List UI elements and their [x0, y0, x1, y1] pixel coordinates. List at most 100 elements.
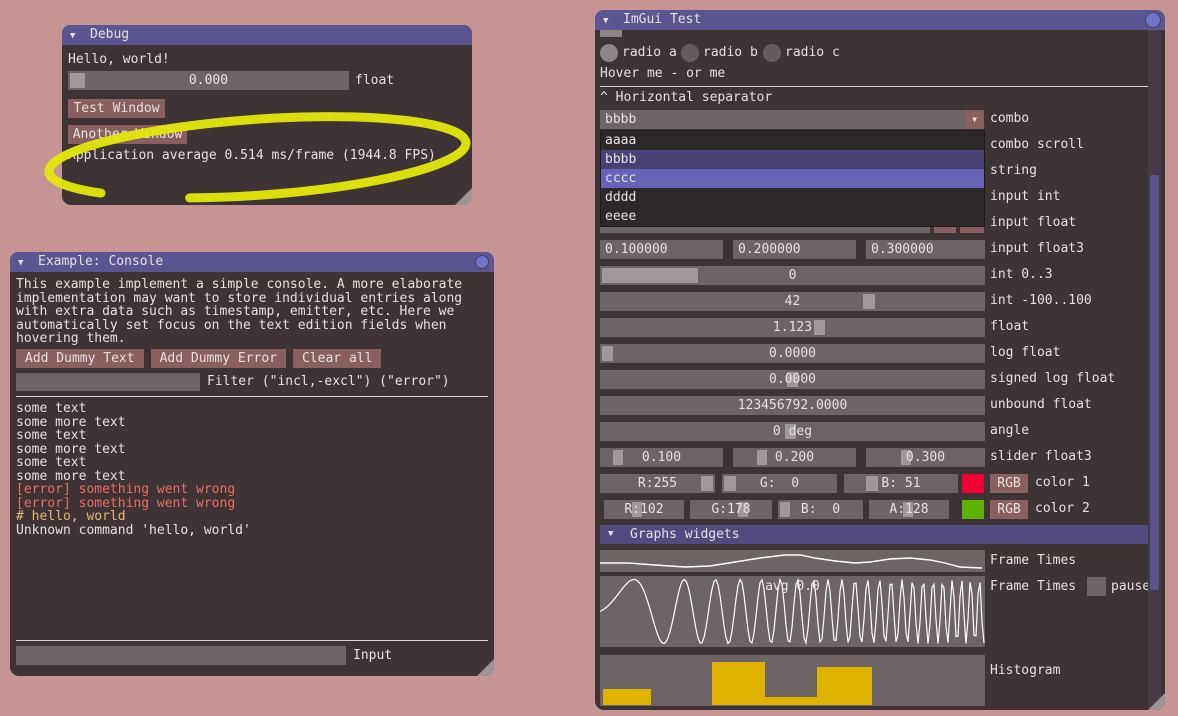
slider-signed-log-float[interactable]: 0.0000 [600, 370, 985, 389]
color2-a-value: A:128 [869, 500, 949, 519]
radio-a-button[interactable] [600, 44, 618, 62]
color2-b-slider[interactable]: B: 0 [778, 500, 863, 519]
log-line-command: # hello, world [16, 510, 488, 524]
drag-unbound-float[interactable]: 123456792.0000 [600, 396, 985, 415]
test-window-button[interactable]: Test Window [68, 99, 165, 118]
radio-b-button[interactable] [681, 44, 699, 62]
combo-box[interactable]: bbbb [600, 110, 965, 129]
color1-r-value: R:255 [600, 474, 715, 493]
color2-swatch[interactable] [962, 500, 984, 519]
slider-float3-x[interactable]: 0.100 [600, 448, 723, 467]
frame-times-plot-large: avg 0.0 [600, 576, 985, 647]
input-float3-y[interactable]: 0.200000 [733, 240, 856, 259]
slider-float[interactable]: 1.123 [600, 318, 985, 337]
input-float3-x[interactable]: 0.100000 [600, 240, 723, 259]
log-line: some more text [16, 416, 488, 430]
slider-value: 1.123 [600, 318, 985, 337]
log-line: Unknown command 'hello, world' [16, 524, 488, 538]
separator [600, 86, 1148, 87]
slider-log-float[interactable]: 0.0000 [600, 344, 985, 363]
console-button-row: Add Dummy Text Add Dummy Error Clear all [16, 349, 381, 368]
slider-value: 42 [600, 292, 985, 311]
combo-value: bbbb [600, 112, 636, 127]
hello-world-text: Hello, world! [68, 53, 170, 67]
color2-rgb-button[interactable]: RGB [990, 500, 1028, 519]
add-dummy-text-button[interactable]: Add Dummy Text [16, 349, 144, 368]
separator [16, 640, 488, 641]
color2-g-value: G:178 [690, 500, 772, 519]
color1-label: color 1 [1035, 476, 1090, 490]
debug-resize-grip[interactable] [455, 188, 472, 205]
color2-r-value: R:102 [604, 500, 684, 519]
console-window-title: Example: Console [38, 252, 163, 272]
clear-all-button[interactable]: Clear all [293, 349, 381, 368]
histogram-label: Histogram [990, 664, 1060, 678]
collapse-arrow-icon: ▼ [608, 525, 613, 544]
collapse-arrow-icon[interactable]: ▼ [603, 11, 608, 31]
another-window-button[interactable]: Another Window [68, 125, 187, 144]
console-title-bar[interactable]: ▼ Example: Console [10, 252, 494, 272]
console-resize-grip[interactable] [477, 659, 494, 676]
debug-window: ▼ Debug Hello, world! 0.000 float Test W… [62, 25, 472, 205]
combo-popup: aaaa bbbb cccc dddd eeee [600, 130, 985, 227]
color1-rgb-button[interactable]: RGB [990, 474, 1028, 493]
test-window-title: ImGui Test [623, 10, 701, 30]
imgui-test-window: ▼ ImGui Test radio a radio b radio c Hov… [595, 10, 1165, 710]
float-slider[interactable]: 0.000 [68, 71, 349, 90]
add-dummy-error-button[interactable]: Add Dummy Error [151, 349, 286, 368]
slider-float3-y[interactable]: 0.200 [733, 448, 856, 467]
pause-checkbox[interactable] [1087, 577, 1106, 596]
pause-label: pause [1111, 580, 1150, 594]
combo-option-eeee[interactable]: eeee [601, 207, 984, 226]
color1-r-slider[interactable]: R:255 [600, 474, 715, 493]
fps-stats-text: Application average 0.514 ms/frame (1944… [68, 149, 436, 163]
scrollbar-track[interactable] [1148, 30, 1161, 708]
input-float-minus-button[interactable] [934, 226, 956, 233]
combo-arrow-button[interactable]: ▼ [965, 110, 984, 129]
color2-b-value: B: 0 [778, 500, 863, 519]
filter-input[interactable] [16, 373, 200, 391]
input-float-plus-button[interactable] [960, 226, 984, 233]
color1-swatch[interactable] [962, 474, 984, 493]
scrollbar-grab[interactable] [1150, 175, 1159, 590]
histogram-bar [765, 697, 817, 705]
console-log: some text some more text some text some … [16, 402, 488, 537]
debug-window-title: Debug [90, 25, 129, 45]
input-float3-z[interactable]: 0.300000 [866, 240, 985, 259]
slider-angle[interactable]: 0 deg [600, 422, 985, 441]
horizontal-separator-label: ^ Horizontal separator [600, 91, 772, 105]
input-float-field[interactable] [600, 226, 930, 233]
frame-times2-label: Frame Times [990, 580, 1076, 594]
collapse-arrow-icon[interactable]: ▼ [18, 253, 23, 273]
close-icon[interactable] [475, 255, 489, 269]
combo-option-aaaa[interactable]: aaaa [601, 131, 984, 150]
close-icon[interactable] [1145, 12, 1161, 28]
radio-a-label: radio a [622, 44, 677, 62]
debug-title-bar[interactable]: ▼ Debug [62, 25, 472, 45]
input-float3-y-value: 0.200000 [733, 242, 801, 257]
input-float3-x-value: 0.100000 [600, 242, 668, 257]
collapse-arrow-icon[interactable]: ▼ [70, 26, 75, 46]
slider-float3-z[interactable]: 0.300 [866, 448, 985, 467]
color2-a-slider[interactable]: A:128 [869, 500, 949, 519]
command-input[interactable] [16, 646, 346, 665]
desktop: { "colors": { "background": "#c69493", "… [0, 0, 1178, 716]
color1-b-slider[interactable]: B: 51 [844, 474, 958, 493]
combo-option-cccc-hovered[interactable]: cccc [601, 169, 984, 188]
console-window: ▼ Example: Console This example implemen… [10, 252, 494, 676]
input-int-label: input int [990, 190, 1060, 204]
slider-int-0-3[interactable]: 0 [600, 266, 985, 285]
radio-c-button[interactable] [763, 44, 781, 62]
color2-r-slider[interactable]: R:102 [604, 500, 684, 519]
slider-value: 0 deg [600, 422, 985, 441]
combo-option-dddd[interactable]: dddd [601, 188, 984, 207]
color1-g-slider[interactable]: G: 0 [722, 474, 837, 493]
hover-me-text[interactable]: Hover me - or me [600, 67, 725, 81]
graphs-widgets-header[interactable]: ▼ Graphs widgets [600, 525, 1148, 544]
test-title-bar[interactable]: ▼ ImGui Test [595, 10, 1165, 30]
combo-option-bbbb-selected[interactable]: bbbb [601, 150, 984, 169]
log-line: some more text [16, 443, 488, 457]
slider-int-neg100-100[interactable]: 42 [600, 292, 985, 311]
color2-g-slider[interactable]: G:178 [690, 500, 772, 519]
slider-value: 0.200 [733, 448, 856, 467]
